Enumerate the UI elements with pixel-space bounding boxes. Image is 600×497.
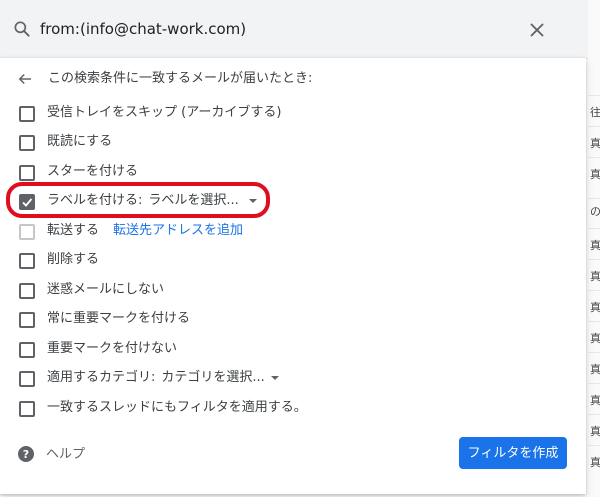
create-filter-button[interactable]: フィルタを作成: [459, 437, 567, 469]
list-item: の: [588, 198, 600, 229]
mark-read-checkbox[interactable]: [19, 135, 35, 151]
list-item: 真: [588, 414, 600, 445]
list-item: 真: [588, 228, 600, 259]
list-item-text: 真: [590, 270, 600, 283]
option-never-important[interactable]: 重要マークを付けない: [0, 338, 560, 362]
filter-options-panel: この検索条件に一致するメールが届いたとき: 受信トレイをスキップ (アーカイブす…: [0, 58, 586, 494]
list-item-text: 真: [590, 425, 600, 438]
option-label: 一致するスレッドにもフィルタを適用する。: [47, 400, 307, 415]
always-important-checkbox[interactable]: [19, 312, 35, 328]
dropdown-caret-icon: [270, 375, 279, 380]
option-mark-read[interactable]: 既読にする: [0, 131, 560, 155]
list-item-text: 往: [590, 106, 600, 119]
arrow-back-icon[interactable]: [16, 70, 34, 88]
option-delete[interactable]: 削除する: [0, 249, 560, 273]
list-item-text: 真: [590, 137, 600, 150]
option-label: 転送する 転送先アドレスを追加: [47, 222, 243, 240]
list-item-text: 真: [590, 239, 600, 252]
option-label: 迷惑メールにしない: [47, 282, 165, 297]
option-label: 受信トレイをスキップ (アーカイブする): [47, 105, 282, 120]
category-select-dropdown[interactable]: カテゴリを選択...: [161, 369, 279, 387]
forward-checkbox[interactable]: [19, 224, 35, 240]
list-item-text: の: [590, 205, 600, 218]
category-select-value: カテゴリを選択...: [161, 370, 265, 385]
option-apply-to-matching[interactable]: 一致するスレッドにもフィルタを適用する。: [0, 397, 560, 421]
option-label: ラベルを付ける: ラベルを選択...: [47, 192, 257, 210]
search-bar[interactable]: from:(info@chat-work.com): [0, 0, 588, 59]
option-label: スターを付ける: [47, 164, 139, 179]
list-item-text: 真: [590, 394, 600, 407]
help-icon[interactable]: ?: [16, 444, 36, 464]
option-label: 適用するカテゴリ: カテゴリを選択...: [47, 369, 279, 387]
check-icon: [22, 198, 33, 207]
star-checkbox[interactable]: [19, 165, 35, 181]
option-categorize[interactable]: 適用するカテゴリ: カテゴリを選択...: [0, 367, 560, 391]
apply-label-checkbox[interactable]: [19, 194, 35, 210]
option-never-spam[interactable]: 迷惑メールにしない: [0, 279, 560, 303]
never-spam-checkbox[interactable]: [19, 283, 35, 299]
label-select-value: ラベルを選択...: [148, 193, 239, 208]
list-item-text: 真: [590, 363, 600, 376]
list-item: 往: [588, 95, 600, 126]
never-important-checkbox[interactable]: [19, 342, 35, 358]
list-item-text: 真: [590, 332, 600, 345]
list-item: 真: [588, 445, 600, 476]
list-item: 真: [588, 321, 600, 352]
option-label: 重要マークを付けない: [47, 341, 178, 356]
search-icon[interactable]: [12, 19, 32, 39]
option-skip-inbox[interactable]: 受信トレイをスキップ (アーカイブする): [0, 102, 560, 126]
list-item-text: 真: [590, 168, 600, 181]
apply-label-text: ラベルを付ける:: [47, 193, 143, 208]
option-label: 既読にする: [47, 134, 113, 149]
add-forwarding-address-link[interactable]: 転送先アドレスを追加: [113, 223, 243, 238]
option-apply-label[interactable]: ラベルを付ける: ラベルを選択...: [0, 190, 560, 214]
list-item: 真: [588, 259, 600, 290]
option-always-important[interactable]: 常に重要マークを付ける: [0, 308, 560, 332]
option-label: 常に重要マークを付ける: [47, 311, 191, 326]
list-item-text: 真: [590, 301, 600, 314]
categorize-text: 適用するカテゴリ:: [47, 370, 156, 385]
help-label: ヘルプ: [46, 447, 86, 462]
dropdown-caret-icon: [248, 198, 257, 203]
list-item: 真: [588, 383, 600, 414]
close-icon[interactable]: [526, 19, 548, 41]
list-item: 真: [588, 352, 600, 383]
skip-inbox-checkbox[interactable]: [19, 106, 35, 122]
forward-text: 転送する: [47, 223, 100, 238]
delete-checkbox[interactable]: [19, 253, 35, 269]
option-star[interactable]: スターを付ける: [0, 161, 560, 185]
svg-text:?: ?: [23, 448, 29, 461]
panel-header-text: この検索条件に一致するメールが届いたとき:: [48, 71, 313, 86]
option-label: 削除する: [47, 252, 100, 267]
list-item: 真: [588, 126, 600, 157]
panel-header: この検索条件に一致するメールが届いたとき:: [0, 66, 580, 90]
list-item-text: 真: [590, 456, 600, 469]
search-input[interactable]: from:(info@chat-work.com): [40, 18, 246, 40]
label-select-dropdown[interactable]: ラベルを選択...: [148, 192, 257, 210]
apply-to-matching-checkbox[interactable]: [19, 401, 35, 417]
background-mail-list: 往 真 真 の 真 真 真 真 真 真 真 真: [588, 0, 600, 497]
list-item: 真: [588, 290, 600, 321]
categorize-checkbox[interactable]: [19, 371, 35, 387]
option-forward[interactable]: 転送する 転送先アドレスを追加: [0, 220, 560, 244]
list-item: 真: [588, 157, 600, 188]
